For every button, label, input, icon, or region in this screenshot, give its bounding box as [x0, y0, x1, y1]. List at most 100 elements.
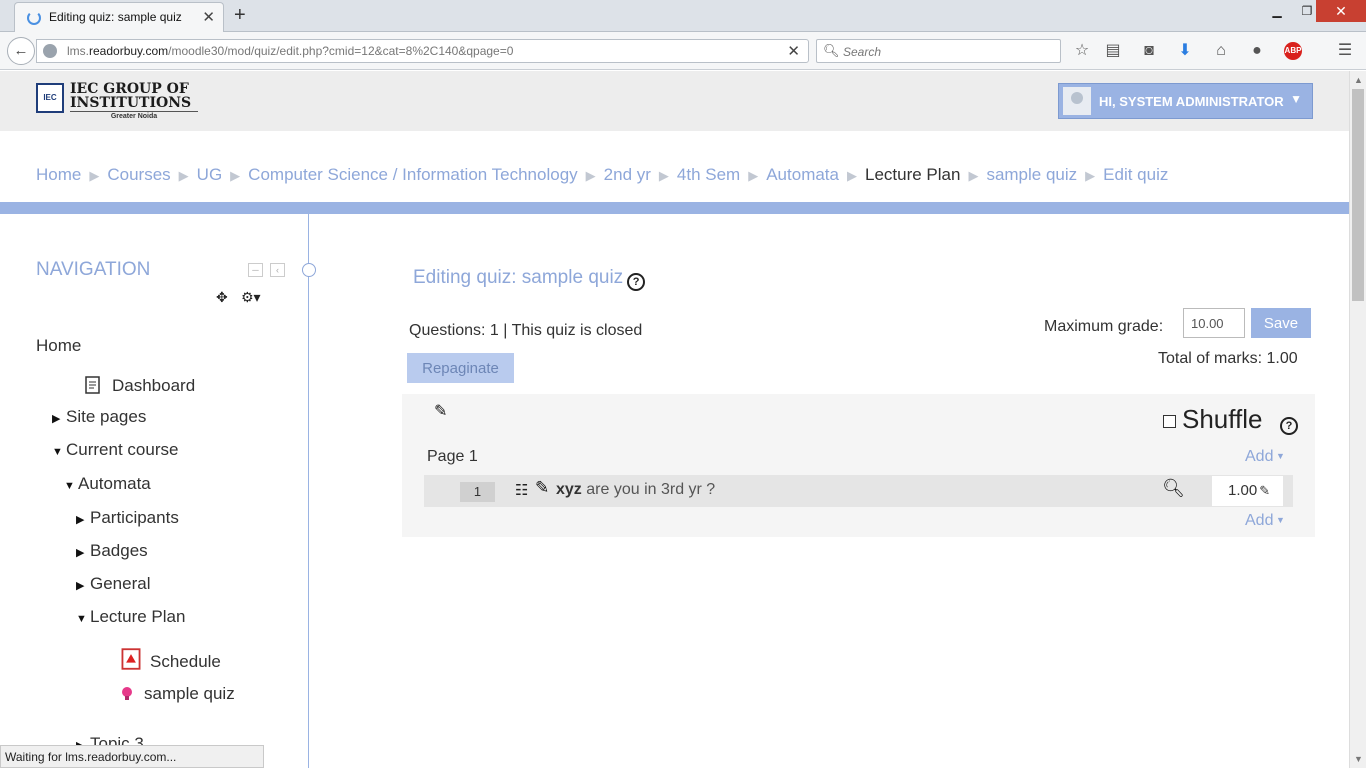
url-bar[interactable]: lms.readorbuy.com/moodle30/mod/quiz/edit… [36, 39, 809, 63]
dashboard-icon [85, 376, 100, 394]
scroll-down-arrow-icon[interactable]: ▼ [1354, 754, 1363, 764]
breadcrumb-edit-quiz[interactable]: Edit quiz [1103, 165, 1168, 184]
quiz-status-text: Questions: 1 | This quiz is closed [409, 322, 643, 339]
sidebar-item-automata[interactable]: ▼ Automata [64, 474, 151, 494]
dock-block-icon[interactable]: ‹ [270, 263, 285, 277]
breadcrumb-separator-icon: ▶ [230, 168, 241, 183]
stop-loading-icon[interactable]: ✕ [787, 42, 800, 60]
tab-close-icon[interactable]: ✕ [202, 8, 215, 26]
edit-mark-pencil-icon[interactable]: ✎ [1259, 483, 1270, 498]
user-menu[interactable]: HI, SYSTEM ADMINISTRATOR ▼ [1058, 83, 1313, 119]
shuffle-toggle[interactable]: Shuffle [1163, 404, 1262, 435]
max-grade-input[interactable] [1183, 308, 1245, 338]
sidebar-item-general[interactable]: ▶ General [76, 574, 150, 594]
page-content: IEC IEC GROUP OF INSTITUTIONS Greater Noi… [0, 71, 1349, 768]
breadcrumb-separator-icon: ▶ [178, 168, 189, 183]
page-scrollbar[interactable]: ▲ ▼ [1349, 71, 1366, 768]
collapse-block-icon[interactable]: ─ [248, 263, 263, 277]
breadcrumb: Home ▶ Courses ▶ UG ▶ Computer Science / Infor… [36, 165, 1168, 185]
expand-arrow-icon: ▶ [52, 413, 61, 425]
preview-magnifier-icon[interactable]: 🔍︎ [1162, 478, 1185, 499]
edit-heading-pencil-icon[interactable]: ✎ [434, 401, 447, 421]
sidebar-divider [308, 214, 309, 768]
total-marks-text: Total of marks: 1.00 [1158, 350, 1298, 367]
shuffle-checkbox[interactable] [1163, 414, 1176, 428]
home-icon[interactable]: ⌂ [1210, 40, 1232, 62]
save-button[interactable]: Save [1251, 308, 1311, 338]
logo-subtitle: Greater Noida [70, 111, 198, 120]
bookmark-star-icon[interactable]: ☆ [1071, 40, 1093, 62]
add-menu-top[interactable]: Add ▼ [1245, 448, 1285, 466]
user-menu-label: HI, SYSTEM ADMINISTRATOR [1099, 94, 1284, 109]
browser-tab-bar: Editing quiz: sample quiz ✕ + ▁ ❐ ✕ [0, 0, 1366, 32]
breadcrumb-separator-icon: ▶ [968, 168, 979, 183]
expand-arrow-icon: ▶ [76, 547, 85, 559]
adblock-icon[interactable]: ABP [1284, 42, 1302, 60]
scroll-up-arrow-icon[interactable]: ▲ [1354, 75, 1363, 85]
breadcrumb-separator-icon: ▶ [846, 168, 857, 183]
breadcrumb-automata[interactable]: Automata [766, 165, 839, 184]
site-info-icon[interactable] [43, 44, 57, 58]
breadcrumb-courses[interactable]: Courses [107, 165, 170, 184]
breadcrumb-cs-it[interactable]: Computer Science / Information Technolog… [248, 165, 577, 184]
collapse-arrow-icon: ▼ [52, 446, 63, 458]
sidebar-item-lecture-plan[interactable]: ▼ Lecture Plan [76, 607, 185, 627]
sidebar-item-current-course[interactable]: ▼ Current course [52, 440, 178, 460]
search-placeholder: Search [843, 45, 882, 59]
page-title: Editing quiz: sample quiz? [413, 267, 646, 291]
breadcrumb-separator-icon: ▶ [748, 168, 759, 183]
header-divider [0, 202, 1349, 214]
add-menu-bottom[interactable]: Add ▼ [1245, 512, 1285, 530]
sidebar-item-participants[interactable]: ▶ Participants [76, 508, 179, 528]
menu-hamburger-icon[interactable]: ☰ [1334, 40, 1356, 62]
move-icon[interactable]: ✥ [216, 289, 228, 306]
question-link[interactable]: xyz are you in 3rd yr ? [556, 481, 715, 499]
logo-badge: IEC [36, 83, 64, 113]
sidebar-resize-handle[interactable] [302, 263, 316, 277]
scroll-thumb[interactable] [1352, 89, 1364, 301]
sidebar-item-dashboard[interactable]: Dashboard [84, 376, 195, 396]
reading-list-icon[interactable]: ▤ [1102, 40, 1124, 62]
url-text[interactable]: lms.readorbuy.com/moodle30/mod/quiz/edit… [67, 44, 513, 58]
browser-search-input[interactable]: 🔍︎ Search [816, 39, 1061, 63]
sidebar-item-schedule[interactable]: Schedule [120, 648, 221, 672]
window-close-button[interactable]: ✕ [1316, 0, 1366, 22]
logo-name: IEC GROUP OF INSTITUTIONS [70, 81, 192, 111]
breadcrumb-home[interactable]: Home [36, 165, 81, 184]
breadcrumb-sample-quiz[interactable]: sample quiz [986, 165, 1077, 184]
question-number: 1 [460, 482, 495, 502]
browser-status-bar: Waiting for lms.readorbuy.com... [0, 745, 264, 768]
breadcrumb-2nd-yr[interactable]: 2nd yr [604, 165, 651, 184]
question-row: 1 ☷ ✎ xyz are you in 3rd yr ? 🔍︎ 1.00 ✎ [424, 475, 1293, 507]
chat-icon[interactable]: ● [1246, 40, 1268, 62]
back-arrow-icon[interactable]: ← [7, 37, 35, 65]
question-mark[interactable]: 1.00 ✎ [1212, 476, 1283, 506]
chevron-down-icon: ▼ [1273, 515, 1285, 525]
institution-logo[interactable]: IEC IEC GROUP OF INSTITUTIONS Greater Noi… [36, 81, 200, 121]
breadcrumb-separator-icon: ▶ [585, 168, 596, 183]
chevron-down-icon: ▼ [1273, 451, 1285, 461]
site-header: IEC IEC GROUP OF INSTITUTIONS Greater Noi… [0, 71, 1349, 131]
download-icon[interactable]: ⬇ [1174, 40, 1196, 62]
browser-nav-bar: ← lms.readorbuy.com/moodle30/mod/quiz/ed… [0, 32, 1366, 70]
gear-icon[interactable]: ⚙▾ [241, 289, 261, 306]
sidebar-item-site-pages[interactable]: ▶ Site pages [52, 407, 146, 427]
new-tab-icon[interactable]: + [234, 4, 246, 27]
breadcrumb-ug[interactable]: UG [197, 165, 223, 184]
breadcrumb-4th-sem[interactable]: 4th Sem [677, 165, 740, 184]
help-icon[interactable]: ? [627, 273, 646, 291]
browser-tab[interactable]: Editing quiz: sample quiz ✕ [14, 2, 224, 32]
expand-arrow-icon: ▶ [76, 514, 85, 526]
loading-spinner-icon [27, 11, 41, 25]
shuffle-help-icon[interactable]: ? [1280, 417, 1298, 435]
pocket-icon[interactable]: ◙ [1138, 40, 1160, 62]
navigation-title: NAVIGATION [36, 259, 151, 280]
multichoice-type-icon: ☷ [515, 482, 529, 499]
expand-arrow-icon: ▶ [76, 580, 85, 592]
repaginate-button[interactable]: Repaginate [407, 353, 514, 383]
sidebar-item-home[interactable]: Home [36, 336, 81, 356]
edit-question-pencil-icon[interactable]: ✎ [535, 478, 549, 498]
window-minimize-button[interactable]: ▁ [1262, 0, 1292, 22]
sidebar-item-badges[interactable]: ▶ Badges [76, 541, 148, 561]
sidebar-item-sample-quiz[interactable]: sample quiz [118, 684, 235, 704]
